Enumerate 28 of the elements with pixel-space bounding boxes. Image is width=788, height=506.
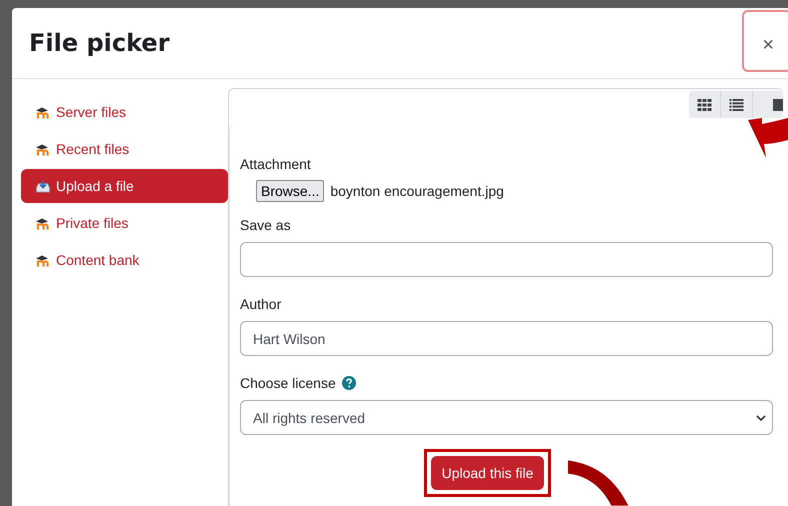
browse-button[interactable]: Browse... (256, 180, 324, 202)
save-as-field[interactable] (240, 242, 773, 277)
graduation-cap-icon (35, 106, 51, 118)
save-as-label: Save as (240, 217, 292, 233)
author-field[interactable]: Hart Wilson (240, 321, 773, 356)
close-button[interactable]: × (758, 30, 778, 60)
help-icon[interactable] (342, 376, 356, 390)
highlight-frame (742, 10, 788, 72)
graduation-cap-icon (35, 254, 51, 266)
arrow-drawing (748, 118, 788, 158)
graduation-cap-icon (35, 216, 51, 230)
file-name: boynton encouragement.jpg (330, 183, 504, 199)
upload-button[interactable]: Upload this file (430, 456, 544, 490)
graduation-cap-icon (35, 142, 51, 156)
chevron-down-icon (756, 414, 766, 420)
sidebar-item[interactable]: Content bank (21, 243, 228, 277)
license-label: Choose license (240, 375, 336, 391)
sidebar-item[interactable]: Server files (21, 95, 228, 129)
license-dropdown[interactable]: All rights reserved (240, 400, 773, 435)
grid-icon (697, 98, 712, 110)
attachment-label: Attachment (240, 156, 312, 172)
dialog-title: File picker (29, 29, 170, 57)
upload-tray-icon (35, 180, 51, 192)
sidebar-item[interactable]: Upload a file (21, 169, 228, 203)
list-icon (729, 98, 744, 110)
author-label: Author (240, 296, 282, 312)
sidebar-item[interactable]: Recent files (21, 132, 228, 166)
sidebar-item[interactable]: Private files (21, 206, 228, 240)
